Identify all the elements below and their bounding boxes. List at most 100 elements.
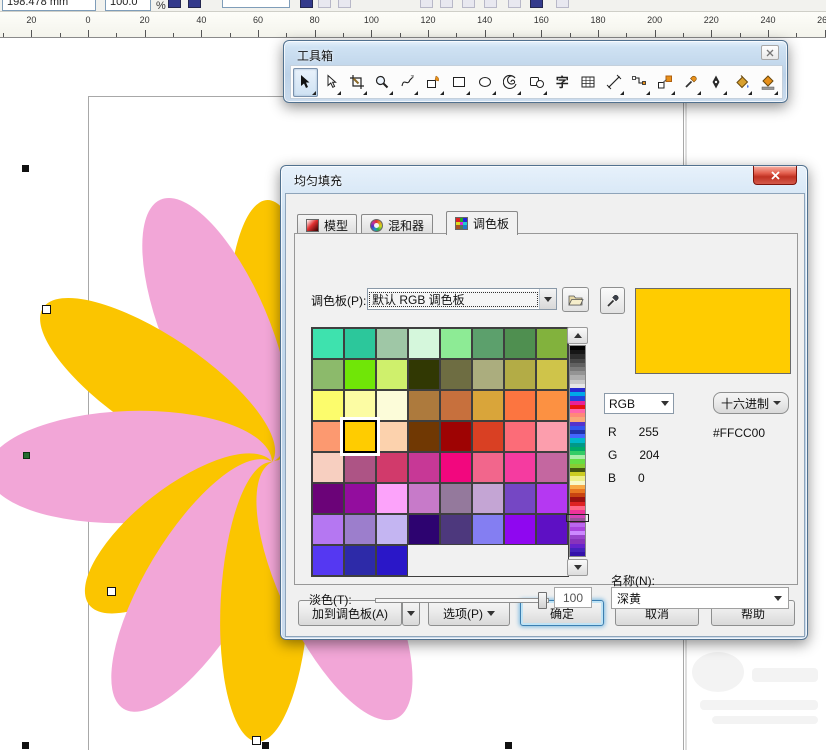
- spiral-tool-button[interactable]: [499, 68, 524, 97]
- eyedropper-tool-button[interactable]: [678, 68, 703, 97]
- color-swatch[interactable]: [408, 359, 440, 390]
- color-swatch[interactable]: [440, 421, 472, 452]
- toolbar-partial-icon[interactable]: [338, 0, 351, 8]
- horizontal-ruler[interactable]: 20020406080100120140160180200220240260: [0, 12, 826, 38]
- blend-tool-button[interactable]: [653, 68, 678, 97]
- ellipse-tool-button[interactable]: [473, 68, 498, 97]
- color-swatch[interactable]: [504, 452, 536, 483]
- tint-slider-thumb[interactable]: [538, 592, 547, 609]
- color-swatch[interactable]: [376, 421, 408, 452]
- color-swatch[interactable]: [408, 390, 440, 421]
- table-tool-button[interactable]: [576, 68, 601, 97]
- selection-handle[interactable]: [22, 742, 29, 749]
- color-swatch[interactable]: [344, 514, 376, 545]
- toolbar-partial-icon[interactable]: [484, 0, 497, 8]
- node-handle[interactable]: [252, 736, 261, 745]
- color-swatch[interactable]: [344, 390, 376, 421]
- toolbar-partial-icon[interactable]: [462, 0, 475, 8]
- text-tool-button[interactable]: 字: [550, 68, 575, 97]
- selection-handle[interactable]: [262, 742, 269, 749]
- color-swatch[interactable]: [472, 514, 504, 545]
- color-swatch[interactable]: [440, 359, 472, 390]
- fill-tool-button[interactable]: [730, 68, 755, 97]
- color-swatch[interactable]: [312, 545, 344, 576]
- selection-handle[interactable]: [505, 742, 512, 749]
- color-swatch[interactable]: [440, 328, 472, 359]
- color-swatch[interactable]: [472, 483, 504, 514]
- toolbar-partial-icon[interactable]: [440, 0, 453, 8]
- color-swatch[interactable]: [440, 514, 472, 545]
- rectangle-tool-button[interactable]: [447, 68, 472, 97]
- outline-pen-tool-button[interactable]: [704, 68, 729, 97]
- tab-model[interactable]: 模型: [297, 214, 357, 235]
- interactive-fill-tool-button[interactable]: [755, 68, 780, 97]
- color-swatch[interactable]: [376, 452, 408, 483]
- palette-spectrum-scrollbar[interactable]: [569, 345, 586, 557]
- color-swatch[interactable]: [472, 452, 504, 483]
- color-swatch[interactable]: [344, 359, 376, 390]
- toolbar-partial-icon[interactable]: [420, 0, 433, 8]
- tab-mixer[interactable]: 混和器: [361, 214, 433, 235]
- color-swatch[interactable]: [312, 483, 344, 514]
- color-swatch[interactable]: [312, 359, 344, 390]
- zoom-tool-button[interactable]: [370, 68, 395, 97]
- crop-tool-button[interactable]: [344, 68, 369, 97]
- color-swatch[interactable]: [504, 390, 536, 421]
- color-swatch[interactable]: [344, 328, 376, 359]
- color-swatch[interactable]: [408, 483, 440, 514]
- dialog-eyedropper-button[interactable]: [600, 287, 625, 314]
- tab-palettes[interactable]: 调色板: [446, 211, 518, 235]
- color-swatch[interactable]: [312, 452, 344, 483]
- color-swatch[interactable]: [504, 483, 536, 514]
- options-button[interactable]: 选项(P): [428, 600, 510, 626]
- toolbar-partial-icon[interactable]: [300, 0, 313, 8]
- color-swatch[interactable]: [472, 421, 504, 452]
- spectrum-position-marker[interactable]: [566, 514, 589, 522]
- palette-scroll-down-button[interactable]: [567, 559, 588, 576]
- toolbar-partial-icon[interactable]: [530, 0, 543, 8]
- color-swatch[interactable]: [440, 452, 472, 483]
- freehand-tool-button[interactable]: [396, 68, 421, 97]
- add-to-palette-dropdown-button[interactable]: [402, 600, 420, 626]
- color-swatch[interactable]: [536, 390, 568, 421]
- dimension-tool-button[interactable]: [601, 68, 626, 97]
- spectrum-band[interactable]: [570, 552, 585, 556]
- dialog-close-button[interactable]: [753, 166, 797, 185]
- dropdown-arrow-button[interactable]: [768, 596, 788, 601]
- palette-scroll-up-button[interactable]: [567, 327, 588, 344]
- color-swatch[interactable]: [504, 328, 536, 359]
- color-swatch[interactable]: [312, 390, 344, 421]
- color-swatch[interactable]: [376, 328, 408, 359]
- toolbar-partial-icon[interactable]: [168, 0, 181, 8]
- zoom-level-field[interactable]: 100.0: [105, 0, 151, 11]
- color-swatch[interactable]: [504, 514, 536, 545]
- node-handle[interactable]: [42, 305, 51, 314]
- color-swatch[interactable]: [504, 359, 536, 390]
- color-swatch[interactable]: [536, 328, 568, 359]
- color-swatch[interactable]: [472, 359, 504, 390]
- toolbox-window[interactable]: 工具箱 字: [283, 40, 788, 103]
- color-swatch[interactable]: [344, 452, 376, 483]
- shape-tool-button[interactable]: [319, 68, 344, 97]
- color-swatch[interactable]: [408, 452, 440, 483]
- color-model-select[interactable]: RGB: [604, 393, 674, 414]
- connector-tool-button[interactable]: [627, 68, 652, 97]
- color-swatch[interactable]: [440, 390, 472, 421]
- color-swatch[interactable]: [536, 359, 568, 390]
- pick-tool-button[interactable]: [293, 68, 318, 97]
- toolbox-close-button[interactable]: [761, 45, 779, 60]
- toolbar-partial-icon[interactable]: [556, 0, 569, 8]
- color-swatch[interactable]: [376, 390, 408, 421]
- color-swatch[interactable]: [536, 421, 568, 452]
- dropdown-arrow-button[interactable]: [656, 394, 673, 413]
- color-swatch[interactable]: [440, 483, 472, 514]
- color-name-select[interactable]: 深黄: [611, 587, 789, 609]
- color-swatch[interactable]: [408, 514, 440, 545]
- hexadecimal-button[interactable]: 十六进制: [713, 392, 789, 414]
- tint-slider-track[interactable]: [375, 598, 549, 603]
- toolbar-partial-icon[interactable]: [318, 0, 331, 8]
- basic-shapes-tool-button[interactable]: [524, 68, 549, 97]
- color-swatch[interactable]: [408, 421, 440, 452]
- toolbar-partial-icon[interactable]: [508, 0, 521, 8]
- color-swatch[interactable]: [408, 328, 440, 359]
